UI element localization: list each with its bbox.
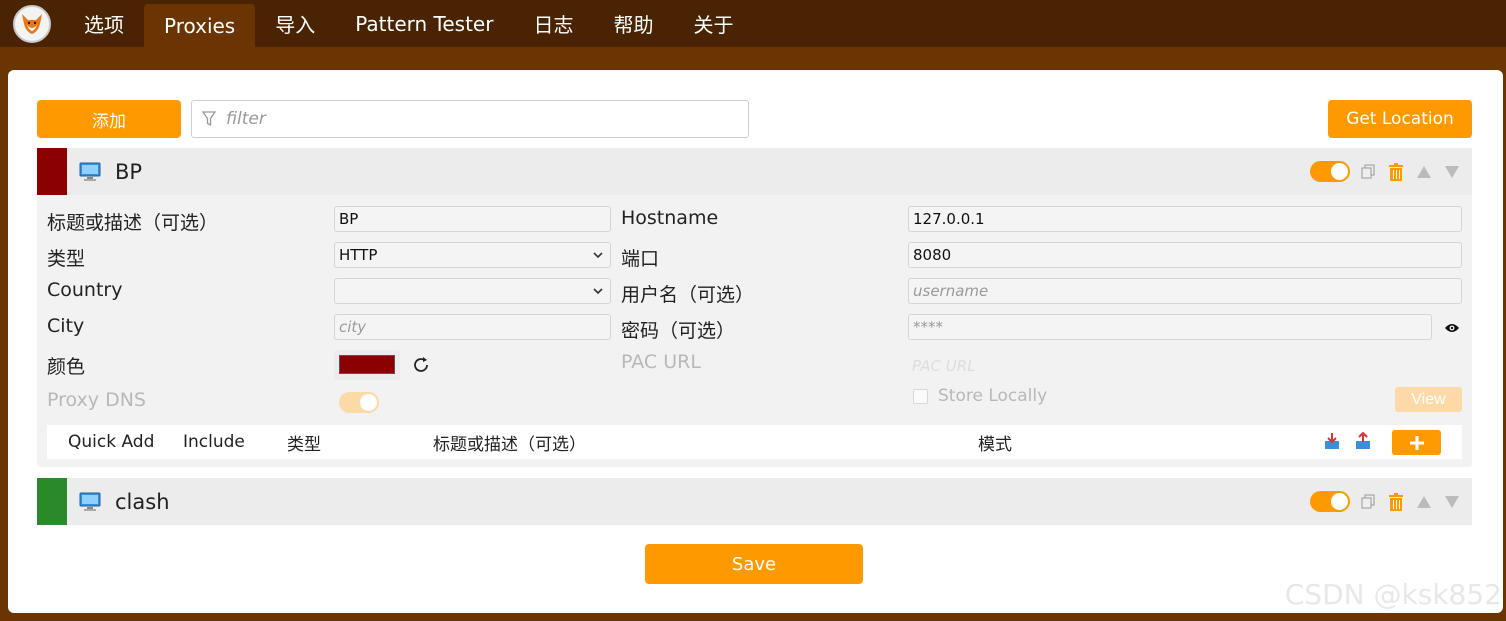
- color-label: 颜色: [47, 356, 86, 378]
- export-rules-icon[interactable]: [1354, 431, 1372, 455]
- pac-url-label: PAC URL: [621, 351, 701, 373]
- delete-icon[interactable]: [1386, 491, 1406, 513]
- quick-add-header: Quick Add: [68, 432, 155, 452]
- proxies-panel: 添加 Get Location BP: [8, 70, 1503, 613]
- pattern-header: 模式: [978, 434, 1012, 455]
- top-nav: 选项 Proxies 导入 Pattern Tester 日志 帮助 关于: [0, 0, 1506, 47]
- country-select[interactable]: [334, 278, 611, 304]
- type-select[interactable]: HTTP: [334, 242, 611, 268]
- proxy-title: clash: [115, 489, 170, 514]
- password-label: 密码（可选）: [621, 320, 736, 342]
- type-select-value: HTTP: [339, 246, 378, 264]
- proxy-dns-label: Proxy DNS: [47, 389, 146, 411]
- pac-url-input[interactable]: PAC URL: [908, 353, 1462, 379]
- duplicate-icon[interactable]: [1358, 161, 1378, 183]
- tab-about[interactable]: 关于: [673, 0, 753, 47]
- proxy-enable-toggle[interactable]: [1310, 161, 1350, 182]
- watermark-text: CSDN @ksk852: [1284, 578, 1502, 611]
- tab-proxies[interactable]: Proxies: [144, 4, 256, 47]
- city-input[interactable]: city: [334, 314, 611, 340]
- get-location-button[interactable]: Get Location: [1328, 100, 1472, 138]
- type-label: 类型: [47, 248, 86, 270]
- city-label: City: [47, 315, 85, 337]
- move-up-icon[interactable]: [1414, 491, 1434, 513]
- add-proxy-button[interactable]: 添加: [37, 100, 181, 138]
- proxy-card-clash: clash: [37, 478, 1472, 525]
- proxy-header[interactable]: clash: [37, 478, 1472, 525]
- proxy-form: 标题或描述（可选） 类型 Country City 颜色 Proxy DNS B…: [37, 195, 1472, 467]
- tab-options[interactable]: 选项: [64, 0, 144, 47]
- computer-icon: [79, 492, 103, 512]
- save-button[interactable]: Save: [645, 544, 863, 584]
- store-locally-label: Store Locally: [938, 386, 1048, 406]
- add-rule-button[interactable]: [1392, 430, 1441, 455]
- show-password-icon[interactable]: [1444, 321, 1460, 339]
- proxy-actions: [1310, 478, 1462, 525]
- view-button[interactable]: View: [1395, 387, 1462, 412]
- proxy-enable-toggle[interactable]: [1310, 491, 1350, 512]
- delete-icon[interactable]: [1386, 161, 1406, 183]
- rule-type-header: 类型: [287, 434, 321, 455]
- foxyproxy-logo: [0, 0, 64, 47]
- chevron-down-icon: [593, 288, 603, 295]
- import-rules-icon[interactable]: [1323, 432, 1341, 455]
- color-picker[interactable]: [334, 350, 400, 380]
- tab-help[interactable]: 帮助: [593, 0, 673, 47]
- tab-log[interactable]: 日志: [513, 0, 593, 47]
- color-swatch: [339, 355, 395, 374]
- move-up-icon[interactable]: [1414, 161, 1434, 183]
- rule-title-header: 标题或描述（可选）: [433, 434, 586, 455]
- port-label: 端口: [621, 248, 660, 270]
- hostname-input[interactable]: 127.0.0.1: [908, 206, 1462, 232]
- store-locally-checkbox[interactable]: [913, 389, 928, 404]
- password-input[interactable]: ****: [908, 314, 1432, 340]
- proxy-dns-toggle[interactable]: [339, 392, 379, 413]
- hostname-label: Hostname: [621, 207, 719, 229]
- filter-box: [191, 100, 749, 138]
- random-color-icon[interactable]: [411, 355, 431, 380]
- username-input[interactable]: username: [908, 278, 1462, 304]
- title-desc-label: 标题或描述（可选）: [47, 212, 219, 234]
- tab-pattern-tester[interactable]: Pattern Tester: [335, 0, 513, 47]
- proxies-toolbar: 添加 Get Location: [37, 100, 1472, 138]
- fox-icon: [13, 4, 51, 43]
- proxy-title: BP: [115, 159, 143, 184]
- filter-icon: [192, 111, 226, 127]
- move-down-icon[interactable]: [1442, 491, 1462, 513]
- filter-input[interactable]: [226, 104, 748, 134]
- include-header: Include: [183, 432, 245, 452]
- proxy-actions: [1310, 148, 1462, 195]
- proxy-color-bar: [37, 478, 67, 525]
- proxy-color-bar: [37, 148, 67, 195]
- duplicate-icon[interactable]: [1358, 491, 1378, 513]
- move-down-icon[interactable]: [1442, 161, 1462, 183]
- chevron-down-icon: [593, 252, 603, 259]
- tab-import[interactable]: 导入: [255, 0, 335, 47]
- pattern-rules-header: Quick Add Include 类型 标题或描述（可选） 模式: [47, 425, 1462, 459]
- port-input[interactable]: 8080: [908, 242, 1462, 268]
- country-label: Country: [47, 279, 123, 301]
- proxy-card-bp: BP 标题或描述（可选） 类型 Country City 颜色 Proxy DN…: [37, 148, 1472, 467]
- computer-icon: [79, 162, 103, 182]
- title-desc-input[interactable]: BP: [334, 206, 611, 232]
- plus-icon: [1409, 435, 1424, 450]
- username-label: 用户名（可选）: [621, 284, 755, 306]
- proxy-header[interactable]: BP: [37, 148, 1472, 195]
